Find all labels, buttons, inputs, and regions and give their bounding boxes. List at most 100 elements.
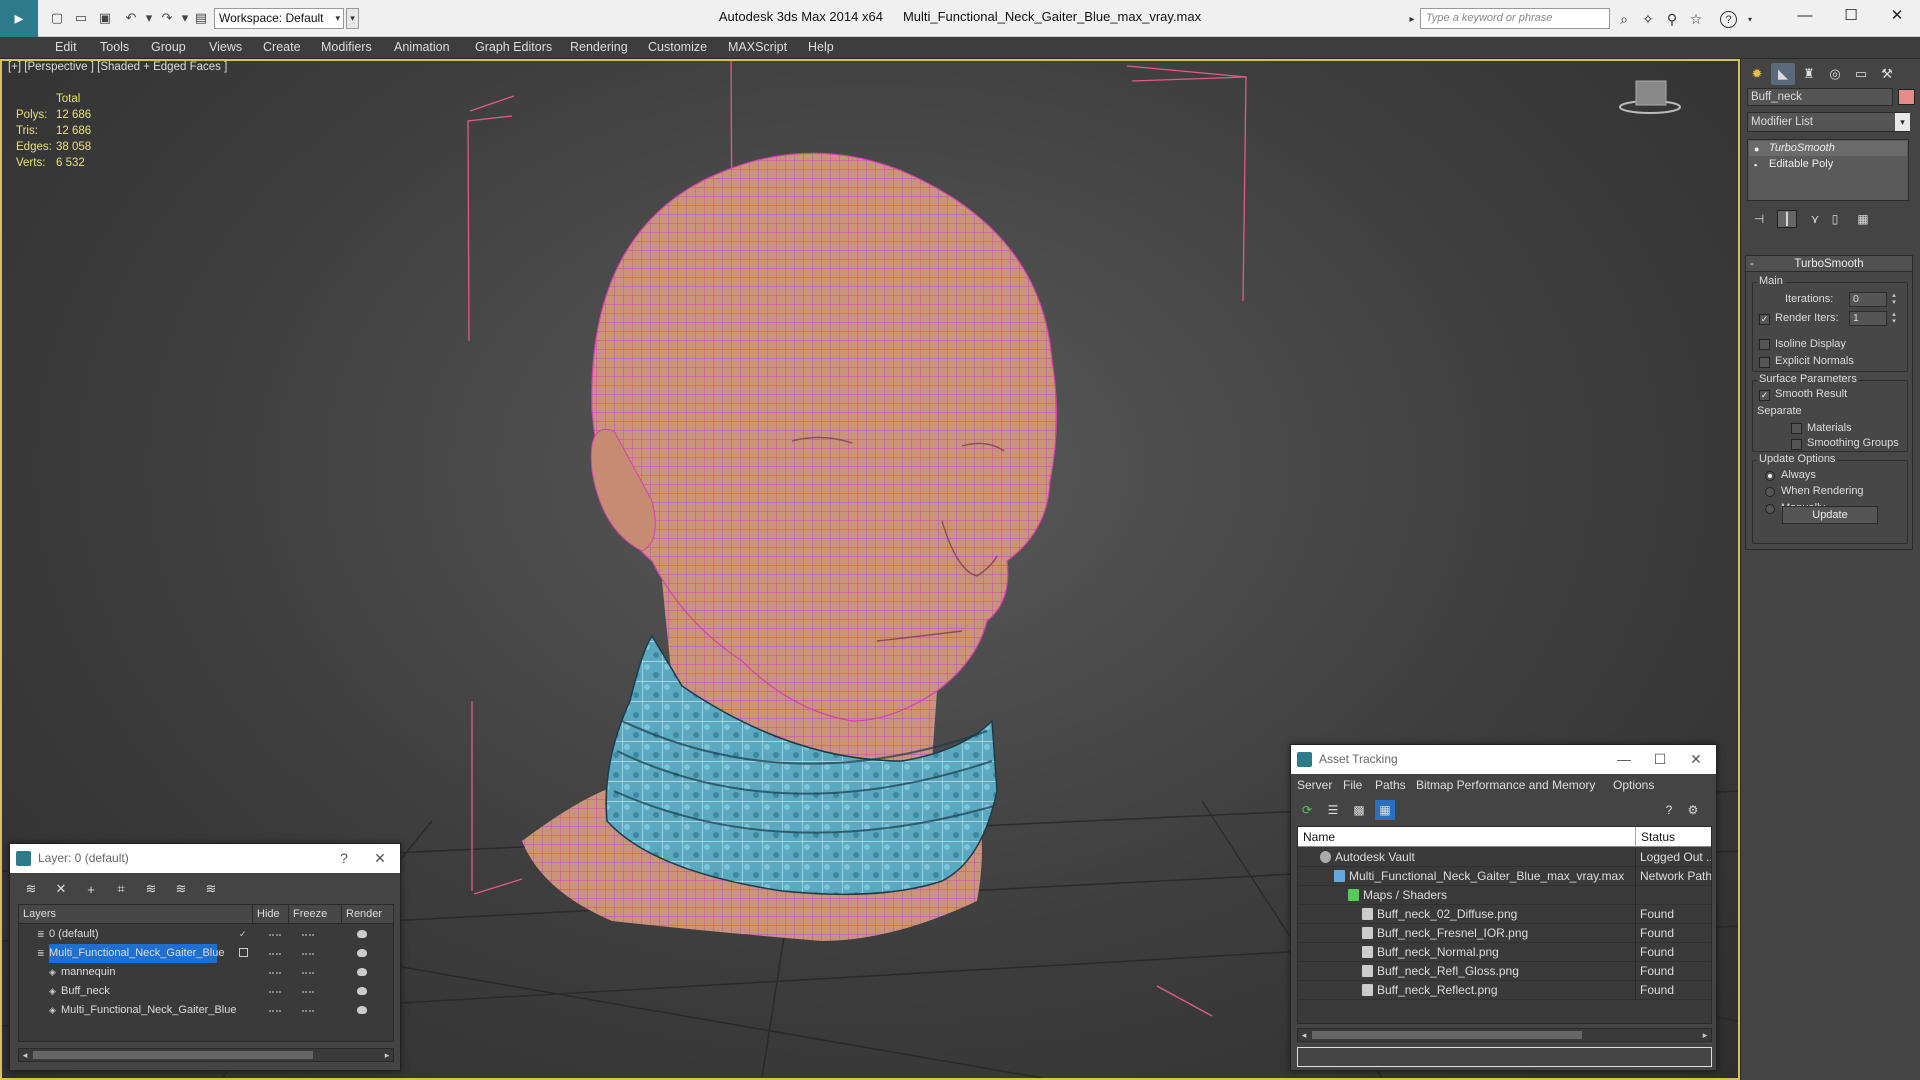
delete-layer-icon[interactable]: ✕ bbox=[50, 879, 72, 899]
asset-row[interactable]: Buff_neck_Refl_Gloss.png Found bbox=[1298, 962, 1711, 981]
help-button[interactable]: ? bbox=[328, 844, 360, 873]
expand-plus-icon[interactable]: ▪ bbox=[1754, 158, 1757, 173]
render-teapot-icon[interactable] bbox=[357, 968, 367, 976]
configure-modifier-sets-icon[interactable]: ▦ bbox=[1853, 210, 1873, 228]
object-name-field[interactable]: Buff_neck bbox=[1747, 88, 1893, 106]
close-button[interactable]: ✕ bbox=[1680, 745, 1712, 774]
asset-menu-file[interactable]: File bbox=[1343, 778, 1362, 792]
undo-icon[interactable]: ↶ bbox=[122, 9, 140, 27]
scroll-left-icon[interactable]: ◂ bbox=[1298, 1029, 1310, 1041]
hide-toggle[interactable] bbox=[269, 953, 281, 955]
smooth-result-checkbox[interactable]: ✓ bbox=[1759, 390, 1770, 401]
column-header-hide[interactable]: Hide bbox=[252, 905, 280, 924]
lightbulb-icon[interactable]: ● bbox=[1754, 142, 1759, 157]
new-file-icon[interactable]: ▢ bbox=[48, 9, 66, 27]
asset-row[interactable]: Multi_Functional_Neck_Gaiter_Blue_max_vr… bbox=[1298, 867, 1711, 886]
asset-row[interactable]: Buff_neck_Reflect.png Found bbox=[1298, 981, 1711, 1000]
search-expand-icon[interactable]: ▸ bbox=[1402, 9, 1422, 29]
layer-window-titlebar[interactable]: Layer: 0 (default) ? ✕ bbox=[10, 844, 400, 873]
render-teapot-icon[interactable] bbox=[357, 930, 367, 938]
motion-tab-icon[interactable]: ◎ bbox=[1823, 63, 1847, 85]
create-layer-icon[interactable]: ≋ bbox=[20, 879, 42, 899]
hide-toggle[interactable] bbox=[269, 972, 281, 974]
close-button[interactable]: ✕ bbox=[364, 844, 396, 873]
scroll-right-icon[interactable]: ▸ bbox=[1699, 1029, 1711, 1041]
menu-rendering[interactable]: Rendering bbox=[570, 40, 628, 54]
app-logo-icon[interactable]: ▸ bbox=[0, 0, 38, 37]
help-dropdown-icon[interactable]: ▾ bbox=[1740, 9, 1760, 29]
menu-customize[interactable]: Customize bbox=[648, 40, 707, 54]
close-button[interactable]: ✕ bbox=[1874, 0, 1920, 30]
vault-settings-icon[interactable]: ⚙ bbox=[1683, 800, 1703, 820]
update-button[interactable]: Update bbox=[1782, 506, 1878, 524]
subscription-icon[interactable]: ✧ bbox=[1638, 9, 1658, 29]
iterations-spinner[interactable]: 0 bbox=[1849, 292, 1887, 307]
binoculars-icon[interactable]: ⌕ bbox=[1614, 9, 1634, 29]
table-view-icon[interactable]: ▦ bbox=[1375, 800, 1395, 820]
active-layer-check-icon[interactable]: ✓ bbox=[239, 929, 249, 939]
modifier-list-dropdown[interactable]: Modifier List ▾ bbox=[1747, 112, 1910, 132]
project-folder-icon[interactable]: ▤ bbox=[192, 9, 210, 27]
asset-row[interactable]: Buff_neck_Fresnel_IOR.png Found bbox=[1298, 924, 1711, 943]
asset-horizontal-scrollbar[interactable]: ◂ ▸ bbox=[1297, 1028, 1712, 1042]
asset-menu-bitmap-performance[interactable]: Bitmap Performance and Memory bbox=[1416, 778, 1595, 792]
column-header-render[interactable]: Render bbox=[341, 905, 382, 924]
hide-all-layers-icon[interactable]: ≋ bbox=[170, 879, 192, 899]
asset-window-titlebar[interactable]: Asset Tracking — ☐ ✕ bbox=[1291, 745, 1716, 774]
render-iters-spinner[interactable]: 1 bbox=[1849, 311, 1887, 326]
highlight-layer-icon[interactable]: ≋ bbox=[140, 879, 162, 899]
scroll-left-icon[interactable]: ◂ bbox=[19, 1049, 31, 1061]
create-tab-icon[interactable]: ✹ bbox=[1745, 63, 1769, 85]
when-rendering-radio[interactable] bbox=[1765, 487, 1775, 497]
menu-maxscript[interactable]: MAXScript bbox=[728, 40, 787, 54]
workspace-dropdown[interactable]: Workspace: Default ▾ bbox=[214, 8, 344, 29]
menu-views[interactable]: Views bbox=[209, 40, 242, 54]
materials-checkbox[interactable] bbox=[1791, 423, 1802, 434]
freeze-toggle[interactable] bbox=[302, 991, 314, 993]
list-view-icon[interactable]: ☰ bbox=[1323, 800, 1343, 820]
render-teapot-icon[interactable] bbox=[357, 1006, 367, 1014]
explicit-normals-checkbox[interactable] bbox=[1759, 357, 1770, 368]
scrollbar-thumb[interactable] bbox=[33, 1051, 313, 1059]
menu-modifiers[interactable]: Modifiers bbox=[321, 40, 372, 54]
viewport-label[interactable]: [+] [Perspective ] [Shaded + Edged Faces… bbox=[8, 61, 227, 73]
undo-dropdown-icon[interactable]: ▾ bbox=[140, 9, 158, 27]
redo-icon[interactable]: ↷ bbox=[158, 9, 176, 27]
asset-menu-server[interactable]: Server bbox=[1297, 778, 1332, 792]
menu-tools[interactable]: Tools bbox=[100, 40, 129, 54]
layer-name[interactable]: mannequin bbox=[61, 963, 115, 982]
layer-name[interactable]: Multi_Functional_Neck_Gaiter_Blue bbox=[49, 944, 224, 963]
spinner-arrows-icon[interactable]: ▴ ▾ bbox=[1890, 311, 1898, 326]
asset-row[interactable]: Buff_neck_Normal.png Found bbox=[1298, 943, 1711, 962]
utilities-tab-icon[interactable]: ⚒ bbox=[1875, 63, 1899, 85]
column-header-name[interactable]: Name bbox=[1298, 827, 1335, 847]
favorites-star-icon[interactable]: ☆ bbox=[1686, 9, 1706, 29]
freeze-toggle[interactable] bbox=[302, 934, 314, 936]
layer-name[interactable]: Multi_Functional_Neck_Gaiter_Blue bbox=[61, 1001, 236, 1020]
menu-animation[interactable]: Animation bbox=[394, 40, 450, 54]
open-file-icon[interactable]: ▭ bbox=[72, 9, 90, 27]
stack-item-editable-poly[interactable]: ▪ Editable Poly bbox=[1749, 157, 1907, 172]
column-header-layers[interactable]: Layers bbox=[19, 905, 56, 924]
add-to-layer-icon[interactable]: + bbox=[80, 879, 102, 899]
minimize-button[interactable]: — bbox=[1608, 745, 1640, 774]
stack-item-turbosmooth[interactable]: ● TurboSmooth bbox=[1749, 141, 1907, 156]
quick-access-dropdown[interactable]: ▾ bbox=[346, 8, 359, 29]
hide-toggle[interactable] bbox=[269, 991, 281, 993]
layer-row[interactable]: ◈ Multi_Functional_Neck_Gaiter_Blue bbox=[19, 1001, 393, 1020]
asset-menu-paths[interactable]: Paths bbox=[1375, 778, 1406, 792]
menu-group[interactable]: Group bbox=[151, 40, 186, 54]
minimize-button[interactable]: — bbox=[1782, 0, 1828, 30]
layer-row[interactable]: ◈ Buff_neck bbox=[19, 982, 393, 1001]
freeze-toggle[interactable] bbox=[302, 953, 314, 955]
menu-create[interactable]: Create bbox=[263, 40, 301, 54]
vault-help-icon[interactable]: ? bbox=[1659, 800, 1679, 820]
pin-stack-icon[interactable]: ⊣ bbox=[1749, 210, 1769, 228]
menu-help[interactable]: Help bbox=[808, 40, 834, 54]
smoothing-groups-checkbox[interactable] bbox=[1791, 439, 1802, 450]
column-header-status[interactable]: Status bbox=[1635, 827, 1675, 847]
render-iters-checkbox[interactable]: ✓ bbox=[1759, 314, 1770, 325]
layer-name[interactable]: 0 (default) bbox=[49, 925, 99, 944]
save-file-icon[interactable]: ▣ bbox=[96, 9, 114, 27]
layer-name[interactable]: Buff_neck bbox=[61, 982, 110, 1001]
